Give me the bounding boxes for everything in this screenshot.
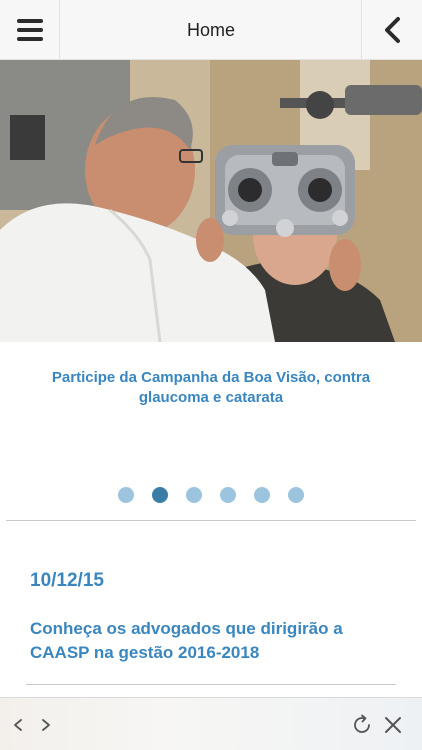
carousel-dot[interactable] [254, 487, 270, 503]
close-button[interactable] [380, 698, 406, 750]
browser-toolbar [0, 697, 422, 750]
reload-button[interactable] [348, 698, 376, 750]
browser-back-button[interactable] [8, 698, 28, 750]
reload-icon [354, 714, 370, 733]
close-icon [385, 716, 401, 733]
back-button[interactable] [361, 0, 422, 60]
menu-button[interactable] [0, 0, 60, 60]
carousel-image[interactable] [0, 60, 422, 342]
hamburger-menu-icon [16, 19, 43, 41]
carousel-dot[interactable] [118, 487, 134, 503]
carousel-caption[interactable]: Participe da Campanha da Boa Visão, cont… [20, 368, 402, 408]
carousel-dot[interactable] [220, 487, 236, 503]
browser-forward-icon [42, 718, 50, 731]
news-date: 10/12/15 [30, 570, 104, 591]
chevron-left-icon [385, 17, 400, 43]
browser-forward-button[interactable] [36, 698, 56, 750]
carousel-dot[interactable] [186, 487, 202, 503]
carousel-pagination [0, 487, 422, 503]
divider [6, 520, 416, 521]
news-title-link[interactable]: Conheça os advogados que dirigirão a CAA… [30, 617, 392, 665]
app-header: Home [0, 0, 422, 60]
browser-back-icon [14, 718, 22, 731]
eye-exam-photo [0, 60, 422, 342]
carousel-dot-active[interactable] [152, 487, 168, 503]
page-title: Home [186, 20, 235, 40]
divider [26, 684, 396, 685]
carousel-dot[interactable] [288, 487, 304, 503]
